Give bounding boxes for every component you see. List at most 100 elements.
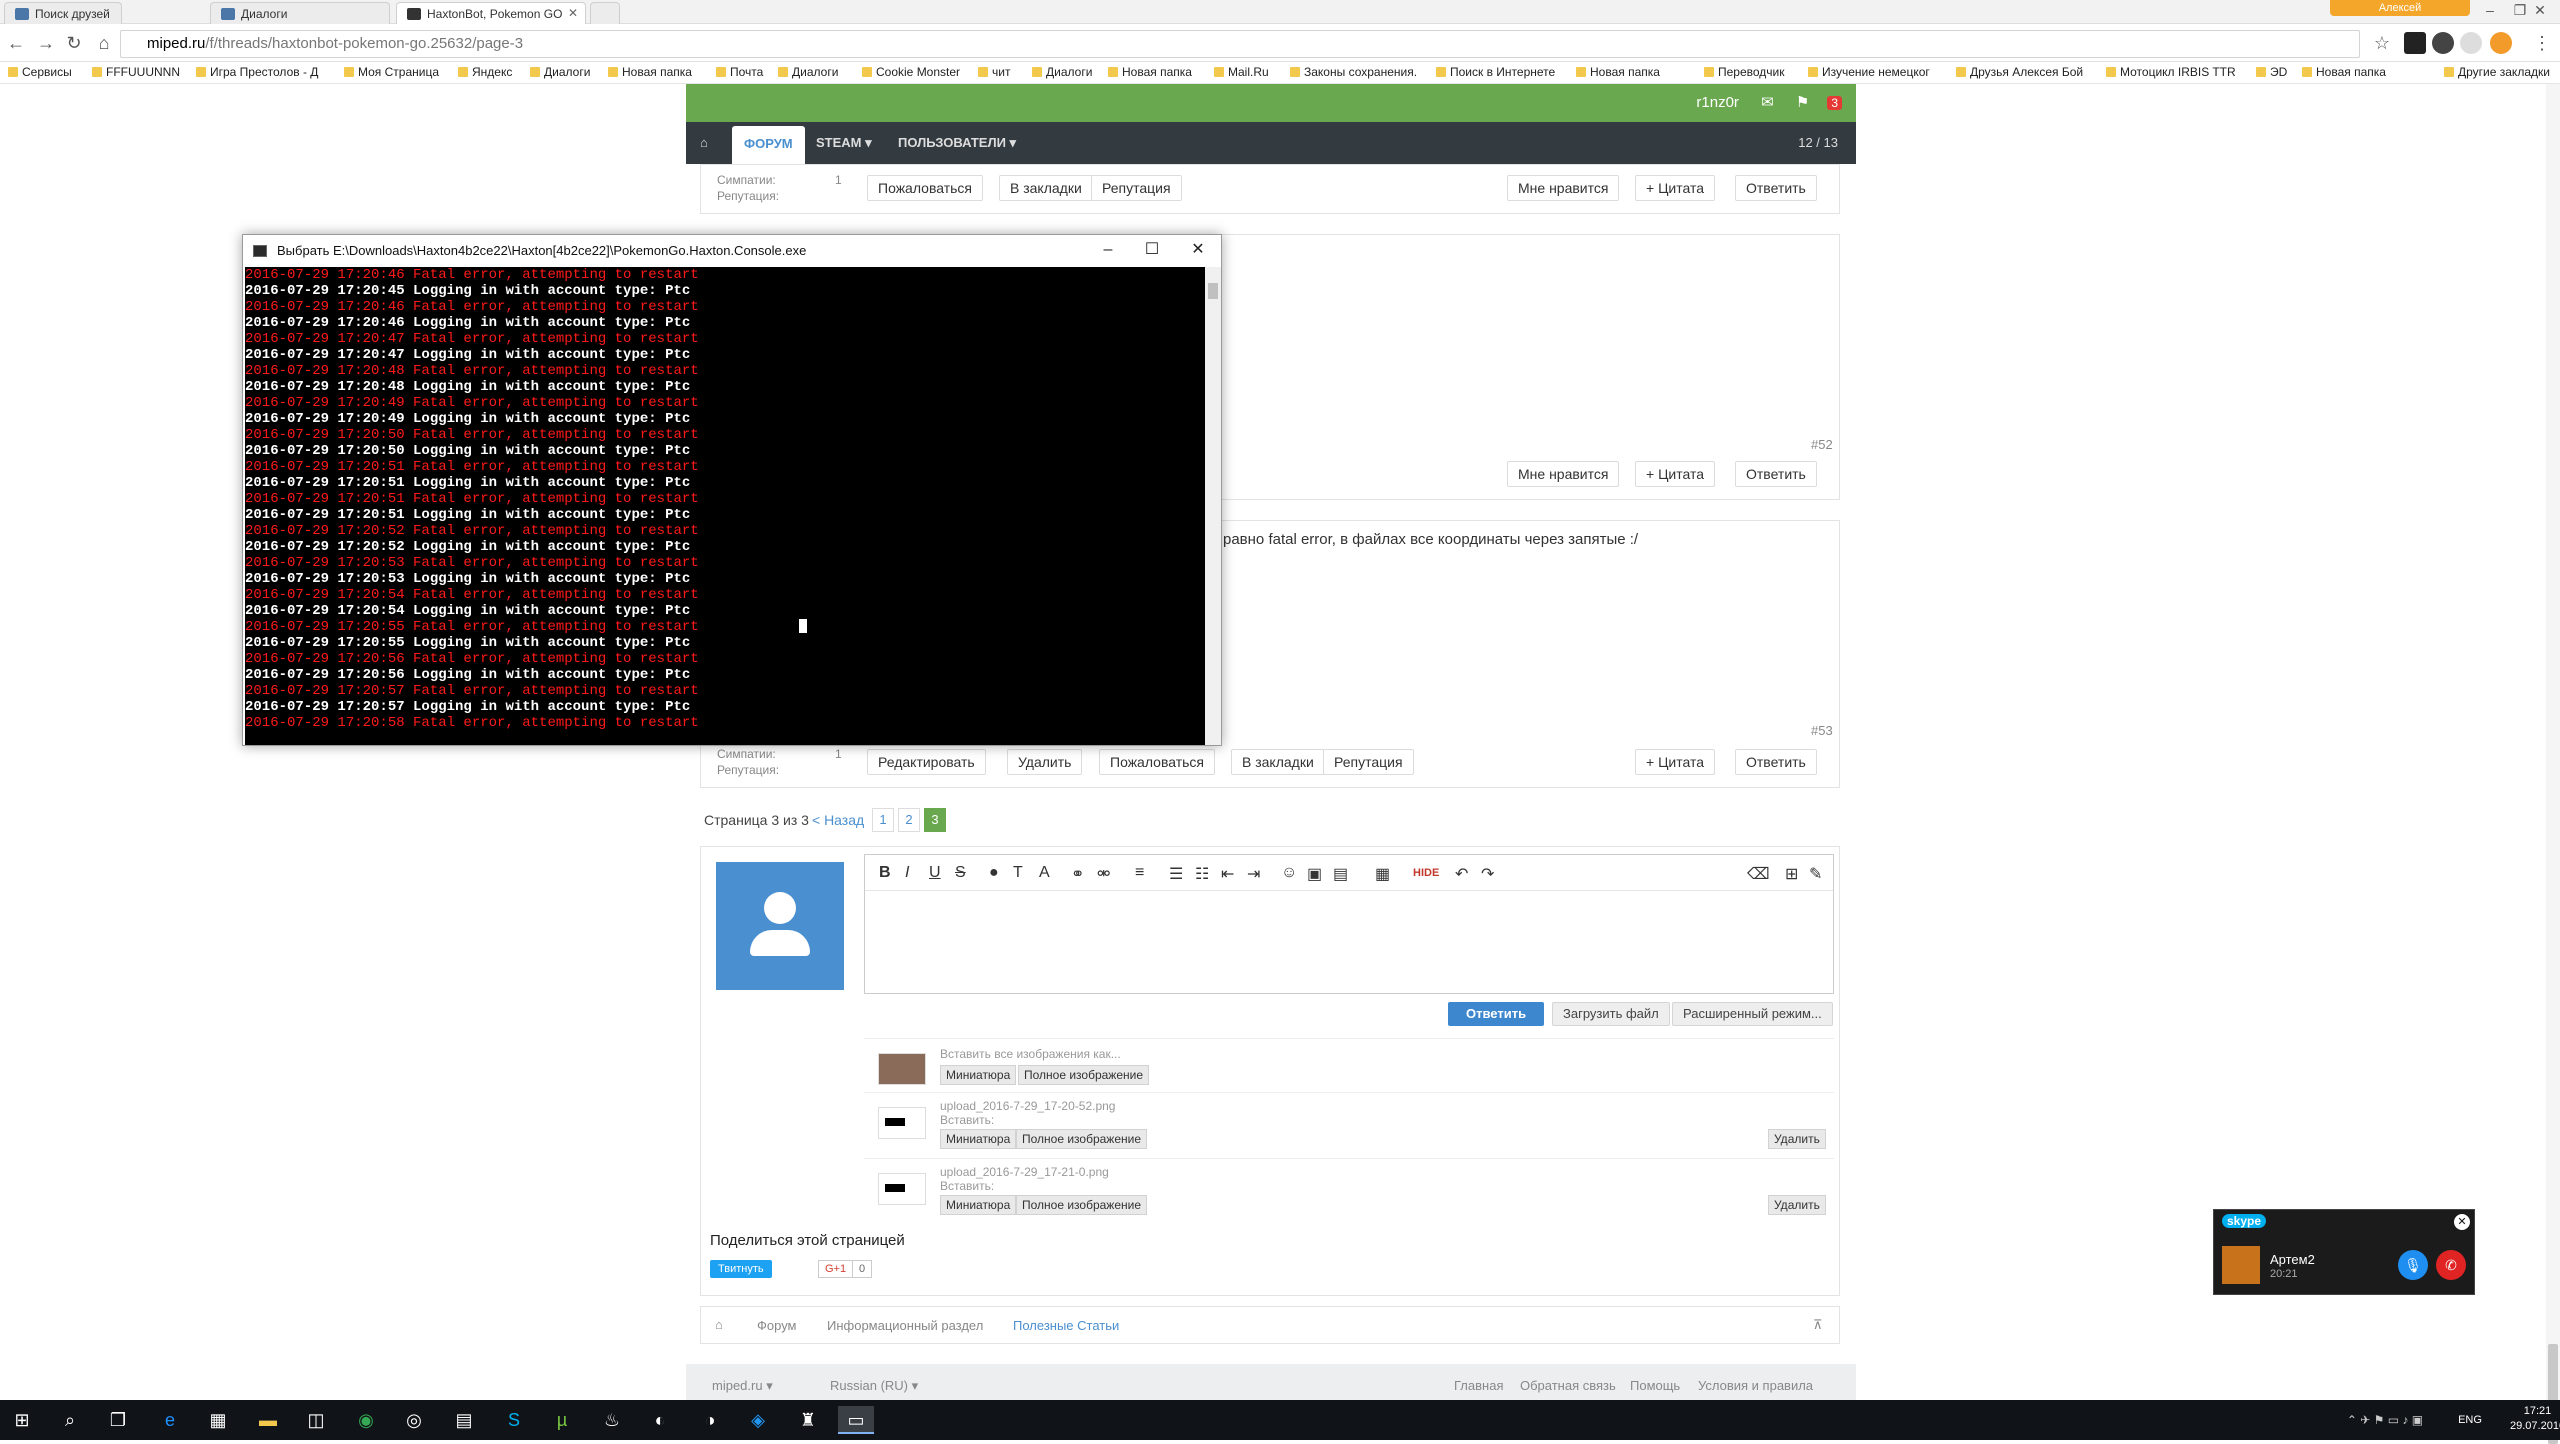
close-window-icon[interactable]: ✕ <box>2520 0 2560 22</box>
page-scrollbar[interactable] <box>2546 84 2560 1444</box>
tab-haxtonbot[interactable]: HaxtonBot, Pokemon GO ✕ <box>396 2 586 24</box>
edit-button[interactable]: Редактировать <box>867 749 986 775</box>
home-icon[interactable]: ⌂ <box>92 33 116 54</box>
username-link[interactable]: r1nz0r <box>1696 94 1739 111</box>
bookmark-item[interactable]: Почта <box>716 65 763 79</box>
app-icon[interactable]: ◈ <box>740 1406 776 1434</box>
insert-full-button[interactable]: Полное изображение <box>1016 1129 1148 1149</box>
delete-button[interactable]: Удалить <box>1007 749 1083 775</box>
tweet-button[interactable]: Твитнуть <box>710 1260 772 1278</box>
language-chooser[interactable]: Russian (RU) ▾ <box>830 1378 918 1394</box>
bookmark-item[interactable]: Изучение немецког <box>1808 65 1930 79</box>
gplus-button[interactable]: G+1 <box>818 1260 854 1278</box>
post-number[interactable]: #52 <box>1811 437 1833 452</box>
insert-full-button[interactable]: Полное изображение <box>1016 1195 1148 1215</box>
insert-thumb-button[interactable]: Миниатюра <box>940 1129 1017 1149</box>
profile-button[interactable]: Алексей <box>2330 0 2470 16</box>
strike-icon[interactable]: S <box>955 864 966 882</box>
tray-icons[interactable]: ⌃ ✈ ⚑ ▭ ♪ ▣ <box>2300 1406 2470 1434</box>
eraser-icon[interactable]: ⌫ <box>1747 864 1770 884</box>
advanced-mode-button[interactable]: Расширенный режим... <box>1672 1002 1833 1026</box>
search-icon[interactable]: ⌕ <box>52 1406 88 1434</box>
quote-button[interactable]: + Цитата <box>1635 175 1716 201</box>
breadcrumb-item[interactable]: Форум <box>757 1318 797 1333</box>
microphone-icon[interactable]: 🎙 <box>2398 1250 2428 1280</box>
bookmark-item[interactable]: Другие закладки <box>2444 65 2550 79</box>
color-icon[interactable]: ● <box>989 864 999 882</box>
extension-icon[interactable] <box>2490 32 2512 54</box>
home-icon[interactable]: ⌂ <box>700 122 708 164</box>
skype-icon[interactable]: S <box>496 1406 532 1434</box>
footer-link[interactable]: Условия и правила <box>1698 1378 1813 1393</box>
page-1-link[interactable]: 1 <box>872 808 894 832</box>
app-icon[interactable]: ♜ <box>790 1406 826 1434</box>
unlink-icon[interactable]: ⚮ <box>1097 864 1110 884</box>
table-icon[interactable]: ⊞ <box>1785 864 1798 884</box>
save-draft-icon[interactable]: ▦ <box>1375 864 1390 884</box>
bookmark-button[interactable]: В закладки <box>999 175 1093 201</box>
reputation-button[interactable]: Репутация <box>1323 749 1414 775</box>
alerts-icon[interactable]: ⚑ <box>1796 94 1809 111</box>
bookmark-item[interactable]: чит <box>978 65 1010 79</box>
bookmark-item[interactable]: Сервисы <box>8 65 72 79</box>
extension-icon[interactable] <box>2404 32 2426 54</box>
quote-button[interactable]: + Цитата <box>1635 461 1716 487</box>
prev-page-link[interactable]: < Назад <box>812 812 864 828</box>
bookmark-item[interactable]: Диалоги <box>530 65 590 79</box>
console-titlebar[interactable]: Выбрать E:\Downloads\Haxton4b2ce22\Haxto… <box>243 235 1221 267</box>
bookmark-button[interactable]: В закладки <box>1231 749 1325 775</box>
footer-link[interactable]: Обратная связь <box>1520 1378 1616 1393</box>
app-icon[interactable]: ▤ <box>446 1406 482 1434</box>
hide-icon[interactable]: HIDE <box>1413 867 1439 879</box>
explorer-icon[interactable]: ▬ <box>250 1406 286 1434</box>
extension-icon[interactable] <box>2460 32 2482 54</box>
wrench-icon[interactable]: ✎ <box>1809 864 1822 884</box>
utorrent-icon[interactable]: µ <box>544 1406 580 1434</box>
extension-icon[interactable] <box>2432 32 2454 54</box>
console-taskbar-button[interactable]: ▭ <box>838 1406 874 1434</box>
clock[interactable]: 17:21 29.07.2016 <box>2510 1404 2560 1434</box>
bookmark-item[interactable]: Новая папка <box>1576 65 1660 79</box>
post-pager[interactable]: 12 / 13 <box>1798 122 1838 164</box>
delete-attachment-button[interactable]: Удалить <box>1768 1195 1826 1215</box>
number-list-icon[interactable]: ☷ <box>1195 864 1209 884</box>
start-icon[interactable]: ⊞ <box>4 1406 40 1434</box>
bookmark-item[interactable]: Новая папка <box>1108 65 1192 79</box>
attachment-name[interactable]: upload_2016-7-29_17-20-52.png <box>940 1099 1115 1113</box>
undo-icon[interactable]: ↶ <box>1455 864 1468 884</box>
console-output[interactable]: 2016-07-29 17:20:46 Fatal error, attempt… <box>245 267 1205 745</box>
bookmark-item[interactable]: Законы сохранения. <box>1290 65 1417 79</box>
image-icon[interactable]: ▣ <box>1307 864 1322 884</box>
like-button[interactable]: Мне нравится <box>1507 461 1620 487</box>
font-size-icon[interactable]: T <box>1013 864 1023 882</box>
steam-icon[interactable]: ♨ <box>594 1406 630 1434</box>
bookmark-item[interactable]: Мотоцикл IRBIS TTR <box>2106 65 2236 79</box>
insert-thumb-button[interactable]: Миниатюра <box>940 1195 1017 1215</box>
menu-icon[interactable]: ⋮ <box>2530 33 2554 54</box>
footer-link[interactable]: Помощь <box>1630 1378 1680 1393</box>
post-number[interactable]: #53 <box>1811 723 1833 738</box>
bookmark-item[interactable]: Яндекс <box>458 65 512 79</box>
address-bar[interactable]: miped.ru/f/threads/haxtonbot-pokemon-go.… <box>120 30 2360 58</box>
reload-icon[interactable]: ↻ <box>62 33 86 54</box>
quote-button[interactable]: + Цитата <box>1635 749 1716 775</box>
bookmark-item[interactable]: Моя Страница <box>344 65 439 79</box>
tab-forum[interactable]: ФОРУМ <box>732 126 805 164</box>
bookmark-item[interactable]: Mail.Ru <box>1214 65 1269 79</box>
inbox-icon[interactable]: ✉ <box>1761 94 1774 111</box>
reply-editor[interactable]: B I U S ● T A ⚭ ⚮ ≡ ☰ ☷ ⇤ ⇥ ☺ ▣ ▤ ▦ HIDE… <box>864 854 1834 994</box>
bookmark-item[interactable]: FFFUUUNNN <box>92 65 180 79</box>
insert-full-button[interactable]: Полное изображение <box>1018 1065 1150 1085</box>
chrome-icon[interactable]: ◉ <box>348 1406 384 1434</box>
upload-file-button[interactable]: Загрузить файл <box>1552 1002 1670 1026</box>
bookmark-item[interactable]: Диалоги <box>778 65 838 79</box>
like-button[interactable]: Мне нравится <box>1507 175 1620 201</box>
redo-icon[interactable]: ↷ <box>1481 864 1494 884</box>
align-icon[interactable]: ≡ <box>1135 864 1144 882</box>
bookmark-item[interactable]: Cookie Monster <box>862 65 960 79</box>
new-tab-button[interactable] <box>590 2 620 24</box>
reputation-button[interactable]: Репутация <box>1091 175 1182 201</box>
sitemap-icon[interactable]: ⊼ <box>1813 1317 1823 1333</box>
minimize-icon[interactable]: – <box>1085 235 1131 267</box>
hangup-icon[interactable]: ✆ <box>2436 1250 2466 1280</box>
